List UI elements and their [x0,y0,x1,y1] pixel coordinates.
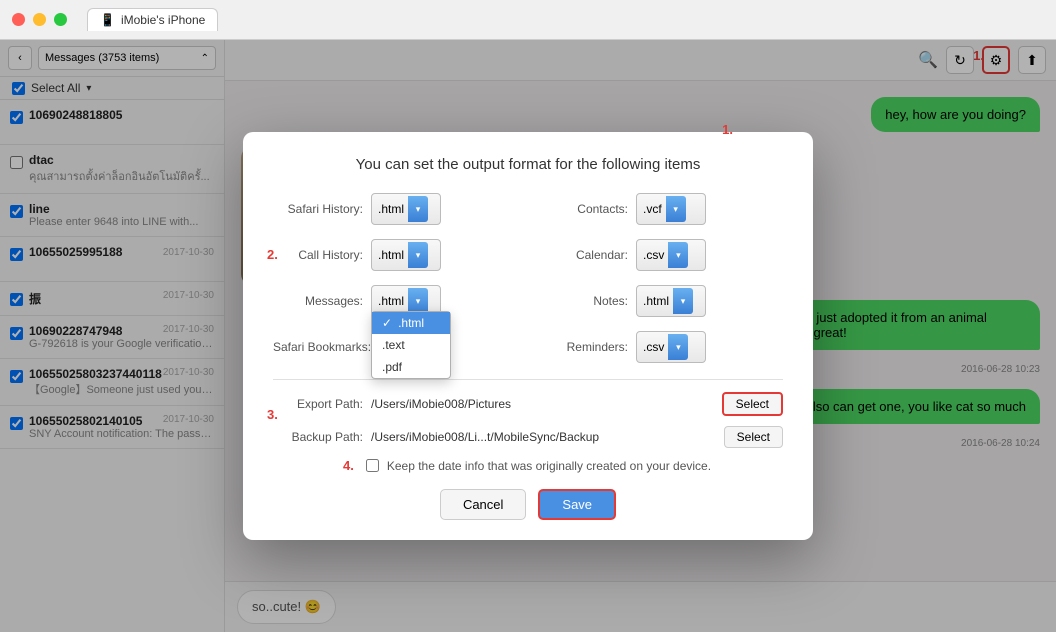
call-history-select[interactable]: .html ▾ [371,239,441,271]
step4-label: 4. [343,458,354,473]
step3-label: 3. [267,407,278,422]
modal-actions: Cancel Save [273,489,783,520]
export-path-label: Export Path: [273,397,363,411]
title-bar: 📱 iMobie's iPhone [0,0,1056,40]
calendar-value: .csv [643,248,664,262]
main-area: ‹ Messages (3753 items) ⌃ Select All ▾ 1… [0,40,1056,632]
contacts-value: .vcf [643,202,662,216]
check-mark: ✓ [382,316,392,330]
safari-history-row: Safari History: .html ▾ [273,193,518,225]
step2-label: 2. [267,247,278,262]
call-history-label: Call History: [273,248,363,262]
cancel-button[interactable]: Cancel [440,489,526,520]
backup-path-value: /Users/iMobie008/Li...t/MobileSync/Backu… [371,430,716,444]
contacts-row: Contacts: .vcf ▾ [538,193,783,225]
select-arrow-icon: ▾ [408,242,428,268]
select-arrow-icon: ▾ [673,288,693,314]
option-label: .pdf [382,360,402,374]
minimize-button[interactable] [33,13,46,26]
tab-label: iMobie's iPhone [121,13,205,27]
calendar-label: Calendar: [538,248,628,262]
right-panel: 🔍 ↻ ⚙ ⬆ hey, how are you doing? 🐱 look t… [225,40,1056,632]
export-select-button[interactable]: Select [722,392,783,416]
messages-label: Messages: [273,294,363,308]
maximize-button[interactable] [54,13,67,26]
reminders-row: Reminders: .csv ▾ [538,331,783,363]
calendar-row: Calendar: .csv ▾ [538,239,783,271]
export-format-modal: 1. You can set the output format for the… [243,132,813,540]
phone-icon: 📱 [100,13,115,27]
select-arrow-icon: ▾ [408,196,428,222]
close-button[interactable] [12,13,25,26]
keep-date-label: Keep the date info that was originally c… [387,459,711,473]
safari-history-select[interactable]: .html ▾ [371,193,441,225]
messages-dropdown[interactable]: ✓ .html .text .pdf [371,311,451,379]
traffic-lights [12,13,67,26]
modal-overlay: 1. You can set the output format for the… [0,40,1056,632]
notes-select[interactable]: .html ▾ [636,285,706,317]
step1-label: 1. [722,122,733,137]
export-path-row: Export Path: /Users/iMobie008/Pictures S… [273,392,783,416]
option-label: .html [398,316,424,330]
messages-value: .html [378,294,404,308]
select-arrow-icon: ▾ [668,334,688,360]
notes-value: .html [643,294,669,308]
backup-path-row: Backup Path: /Users/iMobie008/Li...t/Mob… [273,426,783,448]
format-form: Safari History: .html ▾ Contacts: .vcf ▾ [273,193,783,363]
notes-row: Notes: .html ▾ [538,285,783,317]
call-history-row: Call History: .html ▾ [273,239,518,271]
backup-select-button[interactable]: Select [724,426,783,448]
contacts-select[interactable]: .vcf ▾ [636,193,706,225]
reminders-select[interactable]: .csv ▾ [636,331,706,363]
reminders-value: .csv [643,340,664,354]
dropdown-option-html[interactable]: ✓ .html [372,312,450,334]
calendar-select[interactable]: .csv ▾ [636,239,706,271]
save-button[interactable]: Save [538,489,616,520]
keep-date-checkbox[interactable] [366,459,379,472]
dropdown-option-pdf[interactable]: .pdf [372,356,450,378]
call-history-value: .html [378,248,404,262]
safari-history-label: Safari History: [273,202,363,216]
backup-path-label: Backup Path: [273,430,363,444]
safari-bookmarks-label: Safari Bookmarks: [273,340,371,354]
export-path-value: /Users/iMobie008/Pictures [371,397,714,411]
app-tab[interactable]: 📱 iMobie's iPhone [87,8,218,31]
notes-label: Notes: [538,294,628,308]
keep-date-row: 4. Keep the date info that was originall… [373,458,783,473]
option-label: .text [382,338,405,352]
select-arrow-icon: ▾ [666,196,686,222]
safari-history-value: .html [378,202,404,216]
messages-row: Messages: .html ▾ ✓ .html [273,285,518,317]
dropdown-option-text[interactable]: .text [372,334,450,356]
select-arrow-icon: ▾ [668,242,688,268]
reminders-label: Reminders: [538,340,628,354]
contacts-label: Contacts: [538,202,628,216]
modal-title: You can set the output format for the fo… [273,156,783,173]
